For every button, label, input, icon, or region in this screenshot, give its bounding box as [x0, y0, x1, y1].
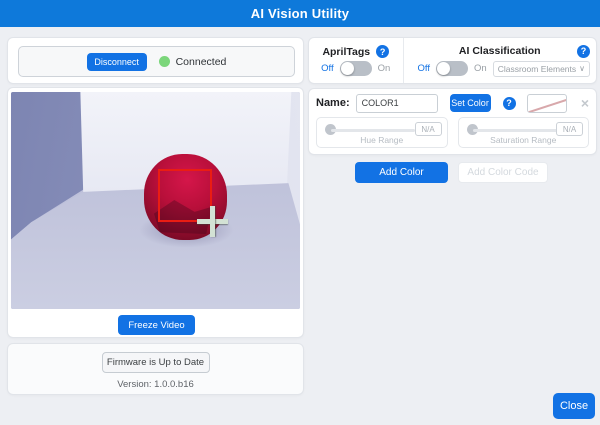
apriltags-toggle[interactable]: [340, 61, 372, 76]
firmware-panel: Firmware is Up to Date Version: 1.0.0.b1…: [7, 343, 304, 395]
classification-model-dropdown[interactable]: Classroom Elements ∨: [493, 61, 590, 77]
apriltags-title: AprilTags: [322, 46, 370, 58]
video-panel: Freeze Video: [7, 87, 304, 338]
color-signature-panel: Name: Set Color ? × N/A Hue Range N/A Sa…: [308, 88, 597, 155]
saturation-range-label: Saturation Range: [459, 135, 589, 145]
color-name-input[interactable]: [356, 94, 438, 113]
connection-status: Connected: [159, 56, 227, 68]
ai-classification-off-label: Off: [418, 63, 431, 74]
remove-color-icon[interactable]: ×: [581, 96, 589, 110]
hue-slider-track: [331, 129, 415, 132]
ai-classification-on-label: On: [474, 63, 487, 74]
hue-value-box: N/A: [415, 122, 442, 136]
color-detection-box: [158, 169, 212, 222]
app-title: AI Vision Utility: [251, 6, 350, 21]
ai-classification-toggle[interactable]: [436, 61, 468, 76]
chevron-down-icon: ∨: [579, 64, 585, 73]
color-swatch: [527, 94, 567, 113]
connected-status-label: Connected: [176, 56, 227, 68]
connection-panel: Disconnect Connected: [7, 37, 304, 84]
firmware-status-button[interactable]: Firmware is Up to Date: [102, 352, 210, 373]
empty-swatch-line: [527, 94, 567, 113]
add-color-code-button[interactable]: Add Color Code: [458, 162, 548, 183]
toggle-knob: [341, 62, 354, 75]
connected-status-dot: [159, 56, 170, 67]
apriltags-on-label: On: [378, 63, 391, 74]
ai-classification-section: AI Classification ? Off On Classroom Ele…: [404, 38, 596, 83]
saturation-range-slider-card: N/A Saturation Range: [458, 117, 590, 148]
apriltags-help-icon[interactable]: ?: [376, 45, 389, 58]
classification-model-value: Classroom Elements: [498, 64, 576, 74]
ai-classification-help-icon[interactable]: ?: [577, 45, 590, 58]
disconnect-button[interactable]: Disconnect: [87, 53, 147, 71]
close-button[interactable]: Close: [553, 393, 595, 419]
title-bar: AI Vision Utility: [0, 0, 600, 27]
hue-range-label: Hue Range: [317, 135, 447, 145]
crosshair-icon[interactable]: [210, 206, 215, 237]
saturation-value-box: N/A: [556, 122, 583, 136]
add-color-button[interactable]: Add Color: [355, 162, 448, 183]
toggle-knob: [437, 62, 450, 75]
firmware-version-label: Version: 1.0.0.b16: [117, 379, 194, 390]
color-name-label: Name:: [316, 97, 350, 109]
set-color-button[interactable]: Set Color: [450, 94, 491, 112]
apriltags-section: AprilTags ? Off On: [309, 38, 404, 83]
features-panel: AprilTags ? Off On AI Classification ? O…: [308, 37, 597, 84]
apriltags-off-label: Off: [321, 63, 334, 74]
freeze-video-button[interactable]: Freeze Video: [118, 315, 195, 335]
hue-range-slider-card: N/A Hue Range: [316, 117, 448, 148]
set-color-help-icon[interactable]: ?: [503, 97, 516, 110]
saturation-slider-track: [473, 129, 557, 132]
connection-status-box: Disconnect Connected: [18, 46, 295, 77]
camera-video-feed[interactable]: [11, 92, 300, 309]
ai-classification-title: AI Classification: [423, 45, 577, 57]
